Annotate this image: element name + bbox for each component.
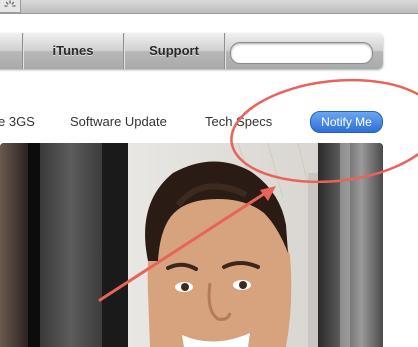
subnav-item-software-update[interactable]: Software Update — [70, 114, 167, 129]
left-phone-shell — [40, 143, 102, 347]
nav-divider — [224, 33, 225, 69]
left-phone-screen — [0, 143, 28, 347]
right-phone-edge — [340, 143, 350, 347]
loading-spinner-icon — [0, 0, 21, 13]
global-nav-bar: iTunes Support — [0, 33, 383, 69]
subnav-item-tech-specs[interactable]: Tech Specs — [205, 114, 272, 129]
right-phone-screen — [118, 143, 318, 347]
left-phone-bezel — [28, 143, 40, 347]
search-input[interactable] — [230, 42, 373, 64]
phone-gap — [102, 143, 118, 347]
nav-item-support[interactable]: Support — [124, 33, 224, 69]
subnav-item-3gs[interactable]: e 3GS — [0, 114, 35, 129]
hero-image — [0, 143, 383, 347]
browser-toolbar — [0, 0, 418, 14]
nav-item-itunes[interactable]: iTunes — [23, 33, 123, 69]
face-photo — [118, 143, 318, 347]
notify-me-button[interactable]: Notify Me — [310, 111, 383, 133]
right-phone-shell — [318, 143, 383, 347]
